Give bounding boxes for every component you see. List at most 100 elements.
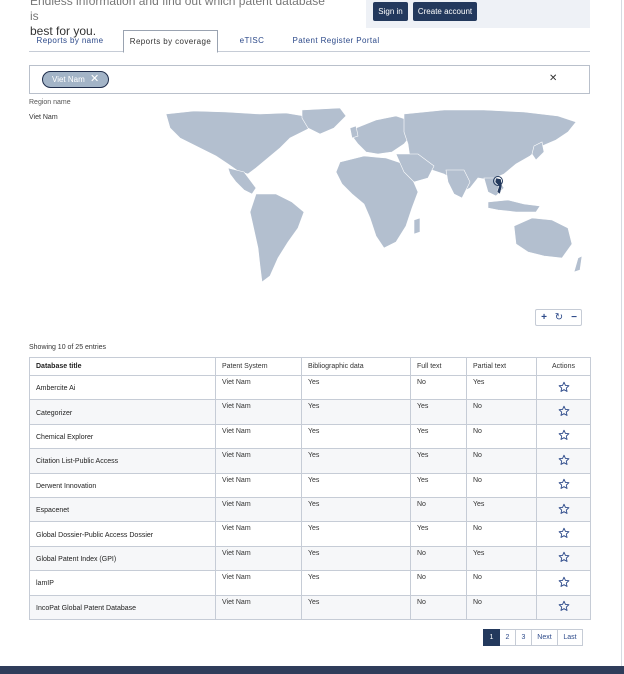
top-banner: Endless information and find out which p… <box>0 0 624 38</box>
table-row[interactable]: Categorizer Viet Nam Yes Yes No <box>29 399 591 425</box>
full-text-cell: No <box>410 570 467 596</box>
partial-text-cell: No <box>466 423 537 450</box>
map-south-america <box>249 193 305 283</box>
patent-system-cell: Viet Nam <box>215 374 302 401</box>
region-filter[interactable]: Viet Nam ✕ ✕ <box>29 65 590 94</box>
full-text-cell: No <box>410 545 467 572</box>
tab-etisc[interactable]: eTISC <box>232 30 272 52</box>
database-title-cell[interactable]: IncoPat Global Patent Database <box>29 594 216 620</box>
patent-system-cell: Viet Nam <box>215 570 302 596</box>
favorite-star-icon[interactable] <box>558 503 570 517</box>
database-title-cell[interactable]: Citation List-Public Access <box>29 448 216 474</box>
map-australia <box>513 217 573 259</box>
create-account-button[interactable]: Create account <box>413 2 477 21</box>
tab-reports-by-name[interactable]: Reports by name <box>29 30 111 52</box>
favorite-star-icon[interactable] <box>558 527 570 541</box>
col-bibliographic-data[interactable]: Bibliographic data <box>301 357 411 376</box>
map-indonesia <box>487 199 541 213</box>
patent-system-cell: Viet Nam <box>215 399 302 425</box>
partial-text-cell: No <box>466 594 537 620</box>
full-text-cell: No <box>410 496 467 523</box>
region-chip[interactable]: Viet Nam ✕ <box>42 71 109 88</box>
entries-count: Showing 10 of 25 entries <box>29 344 107 351</box>
table-row[interactable]: Global Patent Index (GPI) Viet Nam Yes No Ye… <box>29 545 591 572</box>
table-header-row: Database title Patent System Bibliograph… <box>29 357 591 376</box>
map-new-zealand <box>573 255 583 273</box>
map-greenland <box>301 108 347 135</box>
patent-system-cell: Viet Nam <box>215 545 302 572</box>
col-actions: Actions <box>536 357 591 376</box>
bibliographic-data-cell: Yes <box>301 374 411 401</box>
partial-text-cell: Yes <box>466 496 537 523</box>
world-map[interactable] <box>164 108 584 288</box>
bibliographic-data-cell: Yes <box>301 423 411 450</box>
tab-patent-register-portal[interactable]: Patent Register Portal <box>285 30 387 52</box>
full-text-cell: No <box>410 374 467 401</box>
table-row[interactable]: Citation List-Public Access Viet Nam Yes Ye… <box>29 448 591 474</box>
table-row[interactable]: IncoPat Global Patent Database Viet Nam Ye… <box>29 594 591 620</box>
bibliographic-data-cell: Yes <box>301 472 411 498</box>
partial-text-cell: Yes <box>466 374 537 401</box>
full-text-cell: Yes <box>410 399 467 425</box>
database-title-cell[interactable]: Ambercite Ai <box>29 374 216 401</box>
report-tabs: Reports by name Reports by coverage eTIS… <box>29 30 590 53</box>
col-database-title[interactable]: Database title <box>29 357 216 376</box>
clear-filter-close-icon[interactable]: ✕ <box>549 73 557 84</box>
zoom-out-icon[interactable]: − <box>567 311 581 324</box>
favorite-star-icon[interactable] <box>558 454 570 468</box>
col-patent-system[interactable]: Patent System <box>215 357 302 376</box>
bibliographic-data-cell: Yes <box>301 496 411 523</box>
chip-close-icon[interactable]: ✕ <box>90 72 99 87</box>
reset-view-icon[interactable]: ↻ <box>552 311 566 324</box>
table-row[interactable]: Chemical Explorer Viet Nam Yes Yes No <box>29 423 591 450</box>
partial-text-cell: No <box>466 521 537 547</box>
database-title-cell[interactable]: Derwent Innovation <box>29 472 216 498</box>
region-name-label: Region name <box>29 99 71 106</box>
favorite-star-icon[interactable] <box>558 601 570 614</box>
sign-in-button[interactable]: Sign in <box>373 2 408 21</box>
patent-system-cell: Viet Nam <box>215 594 302 620</box>
bibliographic-data-cell: Yes <box>301 594 411 620</box>
bibliographic-data-cell: Yes <box>301 570 411 596</box>
table-row[interactable]: Ambercite Ai Viet Nam Yes No Yes <box>29 374 591 401</box>
partial-text-cell: Yes <box>466 545 537 572</box>
zoom-in-icon[interactable]: + <box>537 311 551 324</box>
table-row[interactable]: Derwent Innovation Viet Nam Yes Yes No <box>29 472 591 498</box>
map-controls: + ↻ − <box>535 309 582 326</box>
page-2-button[interactable]: 2 <box>500 629 516 646</box>
database-title-cell[interactable]: Global Patent Index (GPI) <box>29 545 216 572</box>
database-title-cell[interactable]: lamIP <box>29 570 216 596</box>
account-box: Sign in Create account <box>366 0 590 28</box>
database-title-cell[interactable]: Chemical Explorer <box>29 423 216 450</box>
table-row[interactable]: Espacenet Viet Nam Yes No Yes <box>29 496 591 523</box>
favorite-star-icon[interactable] <box>558 552 570 565</box>
next-page-button[interactable]: Next <box>532 629 558 646</box>
database-title-cell[interactable]: Global Dossier-Public Access Dossier <box>29 521 216 547</box>
favorite-star-icon[interactable] <box>558 381 570 395</box>
patent-system-cell: Viet Nam <box>215 472 302 498</box>
actions-cell <box>536 545 591 572</box>
full-text-cell: Yes <box>410 521 467 547</box>
partial-text-cell: No <box>466 472 537 498</box>
footer-bar <box>0 666 624 674</box>
actions-cell <box>536 594 591 620</box>
favorite-star-icon[interactable] <box>558 405 570 419</box>
last-page-button[interactable]: Last <box>558 629 583 646</box>
database-title-cell[interactable]: Espacenet <box>29 496 216 523</box>
database-title-cell[interactable]: Categorizer <box>29 399 216 425</box>
page-3-button[interactable]: 3 <box>516 629 532 646</box>
patent-system-cell: Viet Nam <box>215 521 302 547</box>
table-row[interactable]: Global Dossier-Public Access Dossier Viet… <box>29 521 591 547</box>
map-india <box>445 169 471 199</box>
tab-reports-by-coverage[interactable]: Reports by coverage <box>123 30 218 53</box>
favorite-star-icon[interactable] <box>558 479 570 492</box>
patent-system-cell: Viet Nam <box>215 496 302 523</box>
favorite-star-icon[interactable] <box>558 576 570 590</box>
favorite-star-icon[interactable] <box>558 430 570 443</box>
page-1-button[interactable]: 1 <box>483 629 500 646</box>
col-partial-text[interactable]: Partial text <box>466 357 537 376</box>
col-full-text[interactable]: Full text <box>410 357 467 376</box>
full-text-cell: Yes <box>410 448 467 474</box>
table-row[interactable]: lamIP Viet Nam Yes No No <box>29 570 591 596</box>
partial-text-cell: No <box>466 570 537 596</box>
